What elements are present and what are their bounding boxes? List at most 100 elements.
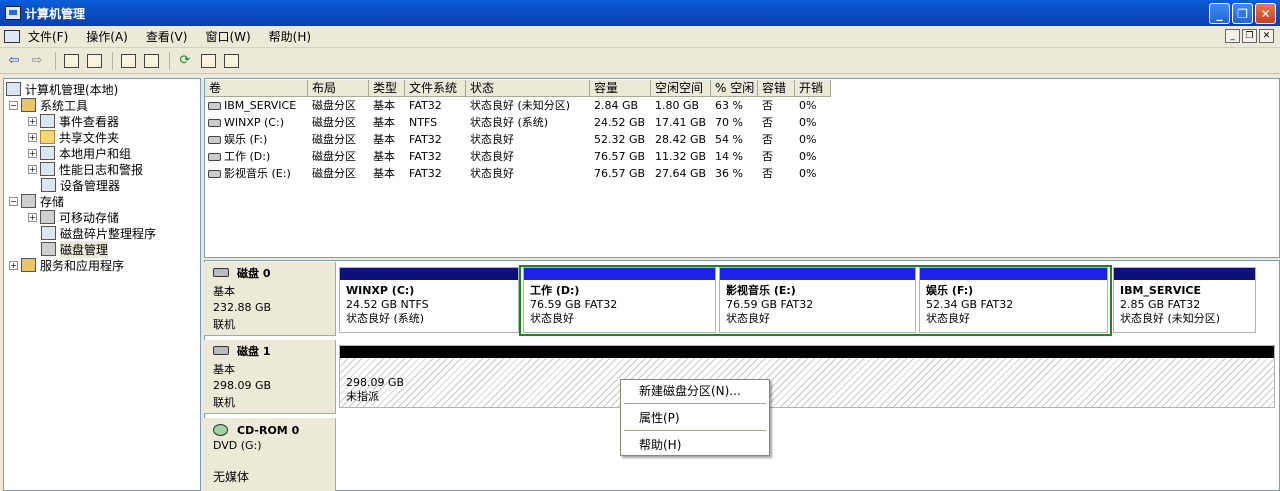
tree-device-manager[interactable]: 设备管理器 (41, 177, 120, 193)
properties-menu-item[interactable]: 属性(P) (622, 408, 768, 428)
partition-e[interactable]: 影视音乐 (E:) 76.59 GB FAT32 状态良好 (719, 267, 916, 333)
mdi-window-icon[interactable] (4, 30, 20, 43)
column-header[interactable]: 类型 (369, 80, 405, 97)
disk-type: DVD (G:) (213, 439, 262, 452)
tree-label: 性能日志和警报 (59, 162, 144, 177)
disk-size: 232.88 GB (213, 301, 272, 314)
tree-label: 本地用户和组 (59, 146, 132, 161)
partition-f[interactable]: 娱乐 (F:) 52.34 GB FAT32 状态良好 (919, 267, 1108, 333)
unallocated-space[interactable]: 298.09 GB 未指派 (339, 345, 1275, 408)
table-cell: 磁盘分区 (312, 99, 356, 112)
expand-icon[interactable]: + (28, 132, 37, 142)
tree-root[interactable]: 计算机管理(本地) (6, 81, 118, 97)
table-cell: 0% (799, 116, 817, 129)
partition-ibm-service[interactable]: IBM_SERVICE 2.85 GB FAT32 状态良好 (未知分区) (1113, 267, 1256, 333)
disk-name: 磁盘 1 (237, 345, 271, 358)
tree-label: 设备管理器 (60, 178, 121, 193)
menu-action[interactable]: 操作(A) (86, 28, 128, 45)
maximize-button[interactable]: ❐ (1232, 3, 1253, 24)
tree-local-users[interactable]: + 本地用户和组 (28, 145, 131, 161)
new-partition-menu-item[interactable]: 新建磁盘分区(N)... (622, 381, 768, 401)
column-header[interactable]: 卷 (205, 80, 308, 97)
close-button[interactable]: ✕ (1255, 3, 1276, 24)
tree-removable-storage[interactable]: + 可移动存储 (28, 209, 119, 225)
mdi-close-button[interactable]: ✕ (1259, 29, 1274, 43)
disk-size: 298.09 GB (213, 379, 272, 392)
table-cell: 63 % (715, 99, 743, 112)
expand-icon[interactable]: + (28, 148, 37, 158)
properties-icon[interactable] (118, 51, 138, 71)
table-cell: 0% (799, 133, 817, 146)
export-icon[interactable] (198, 51, 218, 71)
tree-root-label: 计算机管理(本地) (25, 82, 119, 97)
forward-arrow-icon[interactable]: ⇨ (27, 51, 47, 71)
table-cell: 状态良好 (470, 150, 514, 163)
expand-icon[interactable]: + (28, 116, 37, 126)
table-row[interactable]: IBM_SERVICE 磁盘分区 基本 FAT32 状态良好 (未知分区) 2.84 GB… (205, 97, 1279, 114)
partition-bar (920, 268, 1107, 280)
mdi-restore-button[interactable]: ❐ (1242, 29, 1257, 43)
partition-status: 状态良好 (926, 312, 970, 325)
column-header[interactable]: 布局 (308, 80, 369, 97)
column-header[interactable]: 状态 (466, 80, 590, 97)
tree-defrag[interactable]: 磁盘碎片整理程序 (41, 225, 156, 241)
minimize-button[interactable]: _ (1209, 3, 1230, 24)
table-row[interactable]: 工作 (D:) 磁盘分区 基本 FAT32 状态良好 76.57 GB 11.32 GB 14… (205, 148, 1279, 165)
menu-file[interactable]: 文件(F) (28, 28, 68, 45)
disk1-info[interactable]: 磁盘 1 基本 298.09 GB 联机 (204, 340, 336, 414)
collapse-icon[interactable]: − (9, 100, 18, 110)
table-row[interactable]: 娱乐 (F:) 磁盘分区 基本 FAT32 状态良好 52.32 GB 28.42 GB 54… (205, 131, 1279, 148)
console-tree: 计算机管理(本地) − 系统工具 + 事件查看器 + 共享文件夹 + 本地用户和… (3, 78, 201, 491)
volume-icon (208, 153, 221, 161)
up-folder-icon[interactable] (61, 51, 81, 71)
help-menu-item[interactable]: 帮助(H) (622, 435, 768, 455)
menu-view[interactable]: 查看(V) (146, 28, 188, 45)
context-menu: 新建磁盘分区(N)... 属性(P) 帮助(H) (620, 379, 770, 456)
mdi-minimize-button[interactable]: _ (1225, 29, 1240, 43)
table-row[interactable]: 影视音乐 (E:) 磁盘分区 基本 FAT32 状态良好 76.57 GB 27.64 GB… (205, 165, 1279, 182)
column-header[interactable]: 文件系统 (405, 80, 466, 97)
toolbar-separator (55, 51, 56, 70)
title-bar[interactable]: 计算机管理 _ ❐ ✕ (0, 0, 1280, 26)
volume-name-cell: WINXP (C:) (208, 114, 284, 131)
table-cell: 14 % (715, 150, 743, 163)
table-cell: FAT32 (409, 167, 442, 180)
table-cell: 36 % (715, 167, 743, 180)
tree-perf-logs[interactable]: + 性能日志和警报 (28, 161, 143, 177)
partition-c[interactable]: WINXP (C:) 24.52 GB NTFS 状态良好 (系统) (339, 267, 519, 333)
partition-bar (1114, 268, 1255, 280)
refresh-icon[interactable]: ⟳ (175, 51, 195, 71)
menu-help[interactable]: 帮助(H) (269, 28, 311, 45)
show-hide-tree-icon[interactable] (84, 51, 104, 71)
tree-system-tools[interactable]: − 系统工具 (9, 97, 88, 113)
expand-icon[interactable]: + (9, 260, 18, 270)
partition-d[interactable]: 工作 (D:) 76.59 GB FAT32 状态良好 (523, 267, 716, 333)
tree-storage[interactable]: − 存储 (9, 193, 64, 209)
collapse-icon[interactable]: − (9, 196, 18, 206)
column-header[interactable]: 容错 (758, 80, 795, 97)
tree-event-viewer[interactable]: + 事件查看器 (28, 113, 119, 129)
menu-window[interactable]: 窗口(W) (205, 28, 250, 45)
table-cell: 24.52 GB (594, 116, 646, 129)
tree-services-apps[interactable]: + 服务和应用程序 (9, 257, 124, 273)
volume-name-cell: IBM_SERVICE (208, 97, 296, 114)
table-row[interactable]: WINXP (C:) 磁盘分区 基本 NTFS 状态良好 (系统) 24.52 GB 17.… (205, 114, 1279, 131)
cdrom0-info[interactable]: CD-ROM 0 DVD (G:) 无媒体 (204, 418, 336, 491)
expand-icon[interactable]: + (28, 164, 37, 174)
tree-shared-folders[interactable]: + 共享文件夹 (28, 129, 119, 145)
partition-size: 298.09 GB (346, 376, 405, 389)
disk0-info[interactable]: 磁盘 0 基本 232.88 GB 联机 (204, 262, 336, 336)
back-arrow-icon[interactable]: ⇦ (4, 51, 24, 71)
column-header[interactable]: 开销 (795, 80, 831, 97)
partition-name: IBM_SERVICE (1120, 284, 1202, 297)
column-header[interactable]: 空闲空间 (651, 80, 711, 97)
tree-disk-management[interactable]: 磁盘管理 (41, 240, 109, 258)
defrag-icon (41, 226, 56, 240)
column-header[interactable]: 容量 (590, 80, 651, 97)
table-cell: 磁盘分区 (312, 133, 356, 146)
column-header[interactable]: % 空闲 (711, 80, 758, 97)
expand-icon[interactable]: + (28, 212, 37, 222)
settings-icon[interactable] (221, 51, 241, 71)
partition-size: 76.59 GB FAT32 (530, 298, 618, 311)
help-icon[interactable] (141, 51, 161, 71)
